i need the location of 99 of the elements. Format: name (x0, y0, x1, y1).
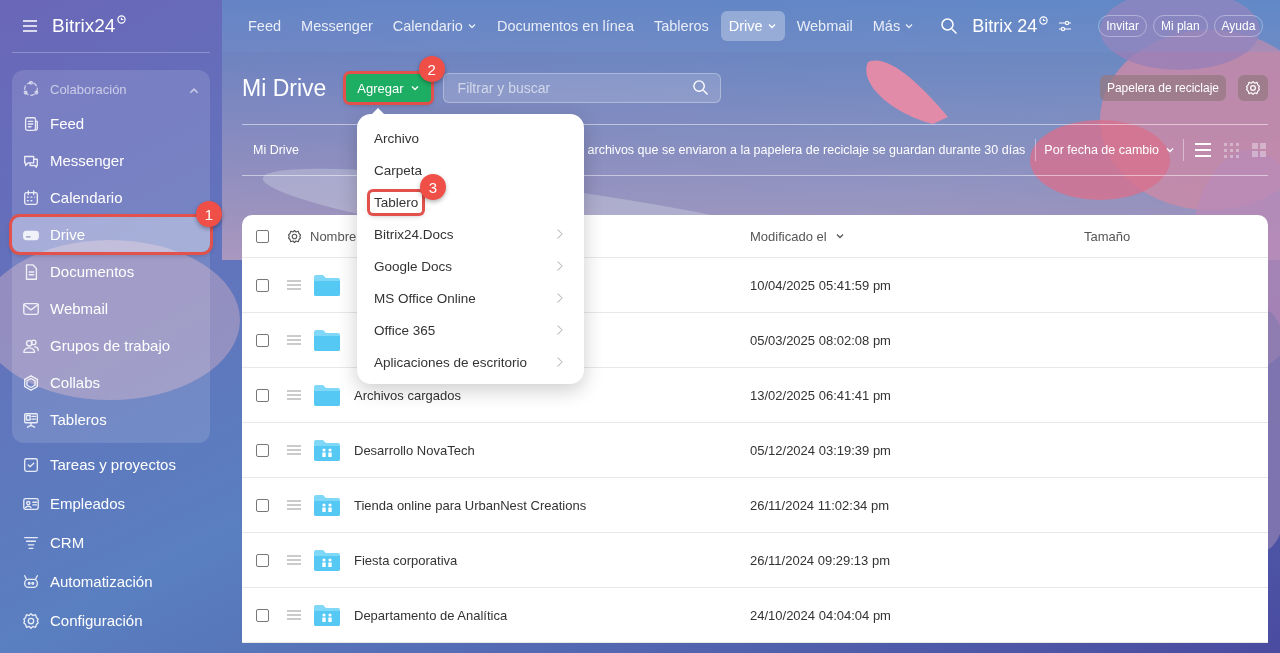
file-name[interactable]: Tienda online para UrbanNest Creations (354, 497, 750, 513)
table-cell-text: 10/04/2025 05:41:59 pm (750, 277, 892, 293)
table-cell-text: 05/03/2025 08:02:08 pm (750, 332, 892, 348)
sidebar-item[interactable]: Tableros (12, 402, 210, 437)
shared-folder-icon (313, 438, 341, 462)
chevron-down-icon (904, 21, 915, 31)
nav-tab[interactable]: Messenger (293, 11, 381, 41)
nav-tab[interactable]: Más (864, 11, 923, 41)
drag-handle-icon[interactable] (287, 610, 301, 620)
tile-view-icon[interactable] (1250, 141, 1268, 159)
clock-icon (117, 15, 127, 24)
nav-tab[interactable]: Drive (720, 11, 785, 41)
table-cell-text: 26/11/2024 11:02:34 pm (750, 497, 891, 513)
settings-icon (287, 228, 302, 244)
file-name[interactable]: Fiesta corporativa (354, 552, 750, 568)
checkbox[interactable] (256, 388, 269, 402)
trash-button[interactable]: Papelera de reciclaje (1099, 75, 1226, 101)
sidebar-item[interactable]: Configuración (12, 603, 210, 638)
shared-folder-icon (313, 493, 341, 517)
nav-tab[interactable]: Tableros (645, 11, 717, 41)
file-name[interactable]: Archivos cargados (354, 387, 750, 403)
menu-item[interactable]: Office 365 (357, 314, 584, 346)
cycle-icon (22, 80, 40, 98)
menu-item[interactable]: Google Docs (357, 250, 584, 282)
page-title: Mi Drive (242, 74, 327, 102)
shared-folder-icon (313, 603, 341, 627)
robot-icon (22, 572, 40, 591)
breadcrumb[interactable]: Mi Drive (253, 143, 299, 157)
menu-item[interactable]: MS Office Online (357, 282, 584, 314)
people-icon (22, 336, 40, 355)
table-cell-text: 13/02/2025 06:41:41 pm (750, 387, 892, 403)
nav-tab[interactable]: Webmail (788, 11, 861, 41)
menu-item[interactable]: Bitrix24.Docs (357, 218, 584, 250)
checkbox[interactable] (256, 608, 269, 622)
column-header[interactable]: Nombre (310, 228, 357, 244)
sidebar-item[interactable]: Grupos de trabajo (12, 328, 210, 363)
step-badge: 3 (420, 174, 446, 200)
sidebar-item[interactable]: Messenger (12, 143, 210, 178)
nav-tab[interactable]: Feed (240, 11, 290, 41)
group-title: Colaboración (50, 81, 127, 97)
nav-tab[interactable]: Documentos en línea (488, 11, 642, 41)
chevron-down-icon (834, 231, 845, 241)
chevron-down-icon (1165, 145, 1175, 155)
drag-handle-icon[interactable] (287, 500, 301, 510)
nav-tab[interactable]: Calendario (384, 11, 485, 41)
checkbox[interactable] (256, 333, 269, 347)
settings-icon (22, 611, 40, 630)
notice-text: archivos que se enviaron a la papelera de reciclaje se guardan durante 30 días (587, 143, 1027, 157)
column-header[interactable]: Modificado el (750, 228, 1084, 244)
chevron-down-icon (466, 21, 477, 31)
sidebar-item[interactable]: Documentos (12, 254, 210, 289)
menu-item[interactable]: Aplicaciones de escritorio (357, 346, 584, 378)
settings-icon (1245, 80, 1261, 96)
drag-handle-icon[interactable] (287, 335, 301, 345)
folder-icon (313, 328, 341, 352)
checkbox[interactable] (256, 278, 269, 292)
checkbox[interactable] (256, 498, 269, 512)
column-header[interactable]: Tamaño (1084, 228, 1268, 244)
feed-icon (22, 114, 40, 133)
sidebar-item[interactable]: Empleados (12, 486, 210, 521)
drag-handle-icon[interactable] (287, 555, 301, 565)
drag-handle-icon[interactable] (287, 445, 301, 455)
board-icon (22, 410, 40, 429)
drag-handle-icon[interactable] (287, 280, 301, 290)
shared-folder-icon (313, 548, 341, 572)
search-icon (691, 79, 709, 96)
checkbox[interactable] (256, 443, 269, 457)
checkbox-icon (22, 455, 40, 474)
menu-icon[interactable] (22, 19, 38, 33)
clock-icon (1039, 15, 1049, 25)
file-name[interactable]: Desarrollo NovaTech (354, 442, 750, 458)
sidebar-item[interactable]: CRM (12, 525, 210, 560)
hexagon-icon (22, 373, 40, 392)
sidebar-item[interactable]: Collabs (12, 365, 210, 400)
sort-dropdown[interactable]: Por fecha de cambio (1035, 139, 1183, 161)
sidebar-item[interactable]: Tareas y proyectos (12, 447, 210, 482)
list-view-icon[interactable] (1194, 141, 1212, 159)
sidebar-item[interactable]: Webmail (12, 291, 210, 326)
settings-button[interactable] (1238, 75, 1268, 101)
chevron-down-icon (409, 83, 420, 93)
sidebar-item[interactable]: Feed (12, 106, 210, 141)
table-cell-text: 24/10/2024 04:04:04 pm (750, 607, 892, 623)
chevron-down-icon (766, 21, 777, 31)
table-cell-text: 26/11/2024 09:29:13 pm (750, 552, 891, 568)
logo[interactable]: Bitrix 24 (972, 15, 1049, 37)
sliders-icon[interactable] (1058, 19, 1073, 33)
drag-handle-icon[interactable] (287, 390, 301, 400)
calendar-icon (22, 188, 40, 207)
checkbox[interactable] (256, 229, 269, 243)
sidebar-item[interactable]: Automatización (12, 564, 210, 599)
add-button[interactable]: Agregar (346, 74, 431, 102)
folder-icon (313, 273, 341, 297)
checkbox[interactable] (256, 553, 269, 567)
menu-item[interactable]: Archivo (357, 122, 584, 154)
folder-icon (313, 383, 341, 407)
search-icon[interactable] (940, 17, 959, 35)
file-name[interactable]: Departamento de Analítica (354, 607, 750, 623)
logo[interactable]: Bitrix24 (52, 15, 127, 37)
table-cell-text: 05/12/2024 03:19:39 pm (750, 442, 892, 458)
